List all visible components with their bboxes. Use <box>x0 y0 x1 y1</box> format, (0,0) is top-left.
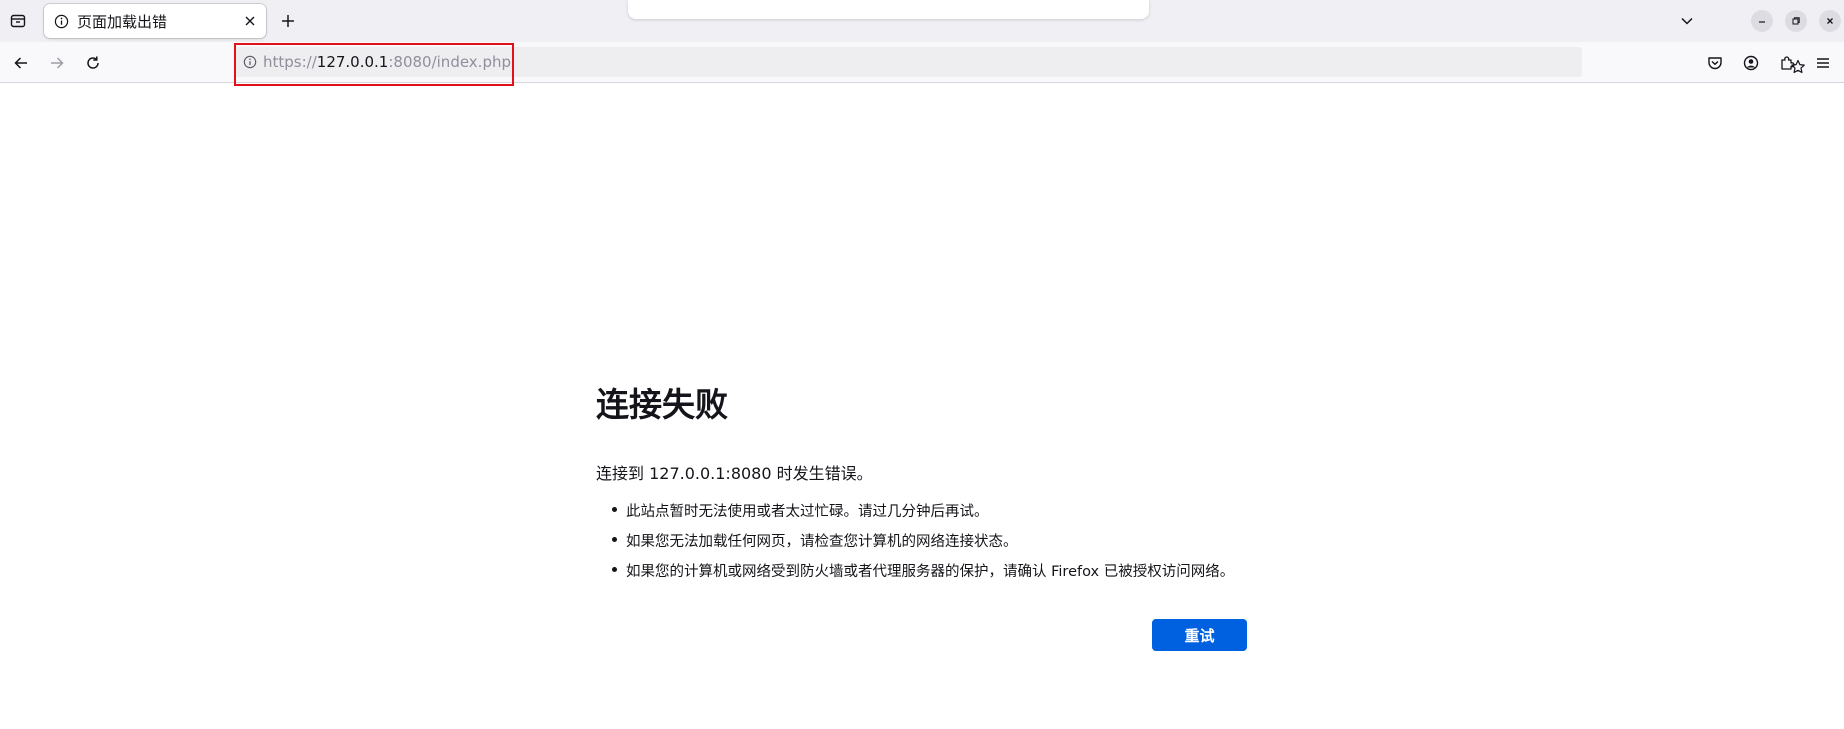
tab-close-button[interactable] <box>242 13 258 29</box>
tab-list-button[interactable] <box>6 10 30 32</box>
list-item: 如果您无法加载任何网页，请检查您计算机的网络连接状态。 <box>612 530 1234 560</box>
bullet-icon <box>612 567 617 572</box>
site-info-button[interactable] <box>242 54 258 70</box>
tab-title: 页面加载出错 <box>77 12 168 31</box>
suggestion-text: 如果您无法加载任何网页，请检查您计算机的网络连接状态。 <box>626 534 1018 550</box>
url-host: 127.0.0.1 <box>316 53 389 71</box>
url-path: :8080/index.php <box>388 53 511 71</box>
list-all-tabs-button[interactable] <box>1676 10 1698 32</box>
minimize-icon <box>1757 16 1767 26</box>
active-tab[interactable]: 页面加载出错 <box>44 4 266 38</box>
toolbar-popup-edge <box>628 0 1149 19</box>
info-icon <box>54 14 69 29</box>
suggestion-text: 如果您的计算机或网络受到防火墙或者代理服务器的保护，请确认 Firefox 已被… <box>626 564 1235 580</box>
bullet-icon <box>612 537 617 542</box>
extensions-icon <box>1779 55 1795 71</box>
info-icon <box>243 55 257 69</box>
chevron-down-icon <box>1680 14 1694 28</box>
window-close-button[interactable] <box>1819 10 1841 32</box>
error-suggestions: 此站点暂时无法使用或者太过忙碌。请过几分钟后再试。 如果您无法加载任何网页，请检… <box>612 500 1234 590</box>
navigation-toolbar: https://127.0.0.1:8080/index.php <box>0 42 1844 83</box>
restore-icon <box>1791 16 1801 26</box>
error-title: 连接失败 <box>596 385 728 424</box>
extensions-button[interactable] <box>1774 50 1800 76</box>
tab-strip: 页面加载出错 <box>0 0 1844 42</box>
tab-list-icon <box>10 13 26 29</box>
pocket-icon <box>1707 55 1723 71</box>
plus-icon <box>281 14 295 28</box>
back-arrow-icon <box>13 55 29 71</box>
url-text[interactable]: https://127.0.0.1:8080/index.php <box>263 53 511 71</box>
reload-icon <box>85 55 101 71</box>
retry-button[interactable]: 重试 <box>1152 619 1247 651</box>
bullet-icon <box>612 507 617 512</box>
error-description: 连接到 127.0.0.1:8080 时发生错误。 <box>596 464 873 483</box>
close-icon <box>244 15 256 27</box>
list-item: 此站点暂时无法使用或者太过忙碌。请过几分钟后再试。 <box>612 500 1234 530</box>
url-scheme: https:// <box>263 53 317 71</box>
pocket-button[interactable] <box>1702 50 1728 76</box>
app-menu-button[interactable] <box>1810 50 1836 76</box>
back-button[interactable] <box>8 50 34 76</box>
list-item: 如果您的计算机或网络受到防火墙或者代理服务器的保护，请确认 Firefox 已被… <box>612 560 1234 590</box>
account-icon <box>1743 55 1759 71</box>
restore-button[interactable] <box>1785 10 1807 32</box>
new-tab-button[interactable] <box>276 9 300 33</box>
url-bar[interactable]: https://127.0.0.1:8080/index.php <box>234 47 1805 77</box>
menu-icon <box>1815 55 1831 71</box>
window-close-icon <box>1825 16 1835 26</box>
suggestion-text: 此站点暂时无法使用或者太过忙碌。请过几分钟后再试。 <box>626 504 989 520</box>
account-button[interactable] <box>1738 50 1764 76</box>
reload-button[interactable] <box>80 50 106 76</box>
forward-button[interactable] <box>44 50 70 76</box>
forward-arrow-icon <box>49 55 65 71</box>
minimize-button[interactable] <box>1751 10 1773 32</box>
